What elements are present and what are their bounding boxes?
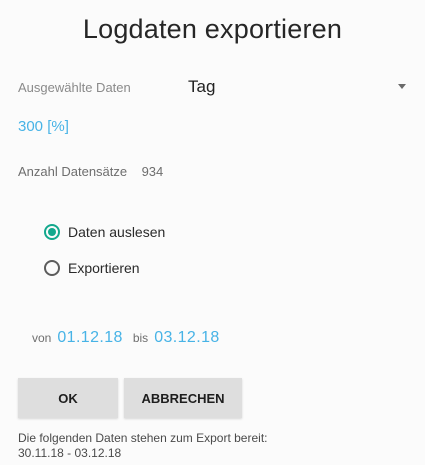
record-count-value: 934 <box>141 164 164 179</box>
date-range: von 01.12.18 bis 03.12.18 <box>32 329 230 347</box>
from-date-field[interactable]: 01.12.18 <box>57 329 122 347</box>
export-info: Die folgenden Daten stehen zum Export be… <box>18 431 267 461</box>
radio-read-data[interactable]: Daten auslesen <box>44 224 165 240</box>
to-date-field[interactable]: 03.12.18 <box>154 329 219 347</box>
dialog-title: Logdaten exportieren <box>82 14 343 44</box>
to-label: bis <box>132 331 149 345</box>
record-count-row: Anzahl Datensätze 934 <box>18 163 163 181</box>
radio-export[interactable]: Exportieren <box>44 260 140 276</box>
cancel-button[interactable]: ABBRECHEN <box>124 378 242 418</box>
radio-export-label: Exportieren <box>68 260 140 276</box>
unit-value: 300 [%] <box>18 118 69 135</box>
export-info-text: Die folgenden Daten stehen zum Export be… <box>18 431 268 445</box>
from-label: von <box>32 331 52 345</box>
data-selection-dropdown[interactable]: Ausgewählte Daten Tag <box>18 76 414 102</box>
chevron-down-icon[interactable] <box>398 84 406 89</box>
radio-unselected-icon[interactable] <box>44 260 60 276</box>
export-dialog: Logdaten exportieren Ausgewählte Daten T… <box>0 0 425 465</box>
radio-read-data-label: Daten auslesen <box>68 224 166 240</box>
radio-selected-icon[interactable] <box>44 224 60 240</box>
selected-data-value[interactable]: Tag <box>188 77 215 97</box>
ok-button[interactable]: OK <box>18 378 118 418</box>
record-count-label: Anzahl Datensätze <box>18 164 128 179</box>
export-info-range: 30.11.18 - 03.12.18 <box>18 446 122 460</box>
selected-data-label: Ausgewählte Daten <box>18 80 131 95</box>
